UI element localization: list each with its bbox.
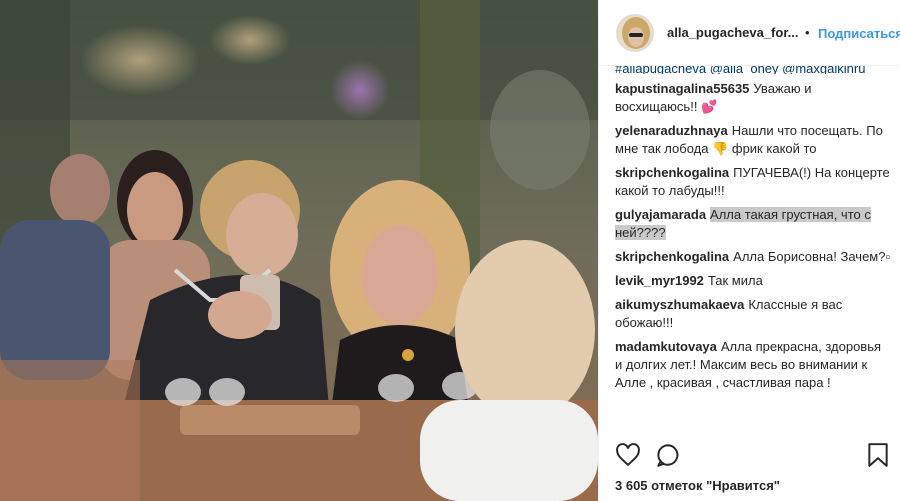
comment-author[interactable]: yelenaraduzhnaya xyxy=(615,123,728,138)
comment: skripchenkogalina ПУГАЧЕВА(!) На концерте… xyxy=(615,164,891,200)
comment: kapustinagalina55635 Уважаю и восхищаюсь!… xyxy=(615,80,891,116)
bookmark-icon[interactable] xyxy=(867,442,889,468)
action-bar xyxy=(615,442,889,470)
comment-author[interactable]: gulyajamarada xyxy=(615,207,706,222)
likes-count[interactable]: 3 605 отметок "Нравится" xyxy=(615,478,780,493)
separator-dot: • xyxy=(805,25,810,40)
comment: gulyajamarada Алла такая грустная, что с … xyxy=(615,206,891,242)
likes-number: 3 605 отметок xyxy=(615,478,703,493)
post-image xyxy=(0,0,598,501)
comment: aikumyszhumakaeva Классные я вас обожаю!!… xyxy=(615,296,891,332)
comment: madamkutovaya Алла прекрасна, здоровья и … xyxy=(615,338,891,392)
post-header: alla_pugacheva_for... • Подписаться xyxy=(599,0,900,66)
follow-button[interactable]: Подписаться xyxy=(818,26,900,41)
caption-hashtags[interactable]: #allapugacheva @alla_oney @maxgalkinru xyxy=(615,66,891,74)
comment-author[interactable]: aikumyszhumakaeva xyxy=(615,297,744,312)
post-sidebar: alla_pugacheva_for... • Подписаться #all… xyxy=(598,0,900,501)
comment: levik_myr1992 Так мила xyxy=(615,272,891,290)
comment-text: Алла Борисовна! Зачем?▫ xyxy=(733,249,891,264)
comments-list[interactable]: #allapugacheva @alla_oney @maxgalkinru k… xyxy=(615,66,891,436)
comment-author[interactable]: madamkutovaya xyxy=(615,339,717,354)
comment-author[interactable]: skripchenkogalina xyxy=(615,165,729,180)
avatar-image xyxy=(617,15,653,51)
likes-label: "Нравится" xyxy=(706,478,780,493)
comment-icon[interactable] xyxy=(655,442,681,468)
comment-author[interactable]: levik_myr1992 xyxy=(615,273,704,288)
comment: yelenaraduzhnaya Нашли что посещать. По м… xyxy=(615,122,891,158)
avatar[interactable] xyxy=(616,14,654,52)
comment-author[interactable]: kapustinagalina55635 xyxy=(615,81,749,96)
heart-icon[interactable] xyxy=(615,442,641,468)
post-photo[interactable] xyxy=(0,0,598,501)
comment-text: Так мила xyxy=(707,273,763,288)
post-username[interactable]: alla_pugacheva_for... xyxy=(667,25,799,40)
comment: skripchenkogalina Алла Борисовна! Зачем?▫ xyxy=(615,248,891,266)
comment-author[interactable]: skripchenkogalina xyxy=(615,249,729,264)
